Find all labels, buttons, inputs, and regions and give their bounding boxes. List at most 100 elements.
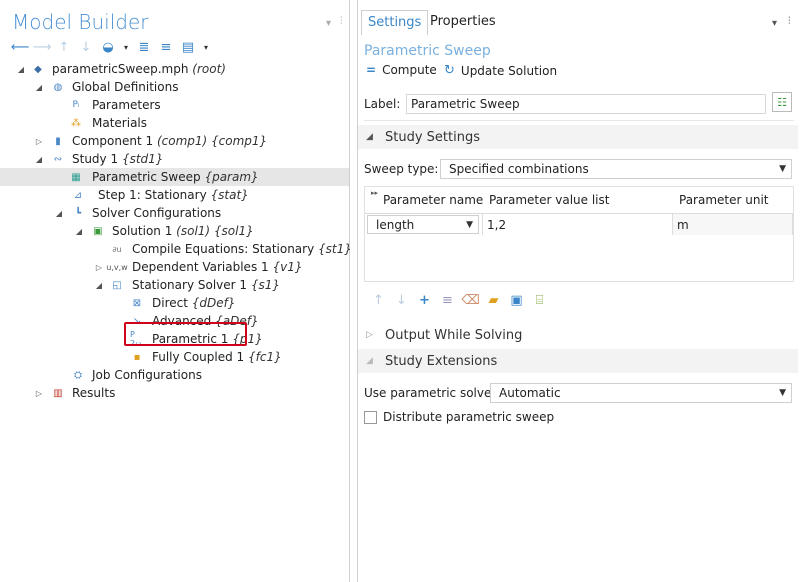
tree-item-label: Solution 1 <box>112 224 173 238</box>
tree-item-direct[interactable]: ⊠ Direct {dDef} <box>0 294 349 312</box>
expanded-arrow-icon[interactable]: ◢ <box>34 154 44 164</box>
tree-item-tag: (root) <box>192 62 226 76</box>
tree-item-stationary-solver-1[interactable]: ◢ ◱ Stationary Solver 1 {s1} <box>0 276 349 294</box>
use-parametric-solver-select[interactable]: Automatic ▼ <box>490 383 792 403</box>
tree-item-label: Materials <box>92 116 148 130</box>
expanded-arrow-icon: ◢ <box>366 132 373 142</box>
tab-settings[interactable]: Settings <box>361 10 429 35</box>
layout-icon[interactable]: ▤ <box>180 39 196 55</box>
delete-icon[interactable]: ≡ <box>439 292 456 309</box>
tree-item-parameters[interactable]: Pᵢ Parameters <box>0 96 349 114</box>
collapsed-arrow-icon[interactable]: ▷ <box>94 262 104 272</box>
tree-item-results[interactable]: ▷ ▥ Results <box>0 384 349 402</box>
tree-item-tag: (sol1) {sol1} <box>176 224 254 238</box>
tree-item-label: Step 1: Stationary <box>98 188 207 202</box>
update-solution-label: Update Solution <box>460 63 558 78</box>
solver-configurations-icon: ┗ <box>74 207 82 219</box>
parameter-name-value: length <box>376 218 415 232</box>
label-field[interactable]: Parametric Sweep <box>406 94 766 114</box>
expanded-arrow-icon[interactable]: ◢ <box>34 82 44 92</box>
move-up-icon[interactable]: ↑ <box>370 292 387 309</box>
distribute-parametric-sweep-checkbox[interactable]: Distribute parametric sweep <box>364 410 554 424</box>
open-folder-icon[interactable]: ▰ <box>485 292 502 309</box>
stationary-solver-icon: ◱ <box>112 279 122 291</box>
panel-menu-icon[interactable]: ▾ <box>772 18 777 29</box>
divider <box>364 120 794 121</box>
tree-item-step-1-stationary[interactable]: ⊿ Step 1: Stationary {stat} <box>0 186 349 204</box>
mph-file-icon: ◆ <box>34 63 42 75</box>
results-icon: ▥ <box>53 387 63 399</box>
add-icon[interactable]: + <box>416 292 433 309</box>
table-cell-parameter-unit: m <box>673 213 793 235</box>
expanded-arrow-icon[interactable]: ◢ <box>94 280 104 290</box>
dependent-variables-icon: u,v,w <box>106 262 128 272</box>
tree-item-materials[interactable]: ⁂ Materials <box>0 114 349 132</box>
comment-icon[interactable]: ☷ <box>772 92 792 112</box>
tree-item-label: Compile Equations: Stationary <box>132 242 315 256</box>
highlight-box <box>124 322 247 346</box>
panel-splitter[interactable] <box>350 0 356 582</box>
compute-button[interactable]: = Compute <box>366 63 437 77</box>
expand-all-icon[interactable]: ≡ <box>158 39 174 55</box>
save-icon[interactable]: ▣ <box>508 292 525 309</box>
show-dropdown-icon[interactable]: ▾ <box>122 39 130 55</box>
tree-item-global-definitions[interactable]: ◢ ◍ Global Definitions <box>0 78 349 96</box>
tree-item-label: Dependent Variables 1 <box>132 260 269 274</box>
back-arrow-icon[interactable]: ⟵ <box>11 39 30 55</box>
panel-title: Model Builder <box>12 10 149 34</box>
show-icon[interactable]: ◒ <box>100 39 116 55</box>
tree-item-label: Stationary Solver 1 <box>132 278 248 292</box>
tree-item-tag: {param} <box>204 170 259 184</box>
move-up-icon[interactable]: ↑ <box>56 39 72 55</box>
expanded-arrow-icon[interactable]: ◢ <box>16 64 26 74</box>
pin-icon[interactable]: ⫶ <box>340 16 343 27</box>
move-down-icon[interactable]: ↓ <box>78 39 94 55</box>
expand-table-icon[interactable]: ▸▸ <box>371 189 378 197</box>
forward-arrow-icon[interactable]: ⟶ <box>33 39 52 55</box>
tree-item-parametric-1[interactable]: P 2₁₃ Parametric 1 {p1} <box>0 322 349 348</box>
tree-item-job-configurations[interactable]: ⛭ Job Configurations <box>0 366 349 384</box>
materials-icon: ⁂ <box>71 117 81 129</box>
sweep-type-select[interactable]: Specified combinations ▼ <box>440 159 792 179</box>
table-cell-parameter-name[interactable]: length ▼ <box>365 213 483 235</box>
section-title: Output While Solving <box>385 327 523 343</box>
parameter-name-select[interactable]: length ▼ <box>367 215 479 234</box>
expanded-arrow-icon[interactable]: ◢ <box>54 208 64 218</box>
tree-item-dependent-variables-1[interactable]: ▷ u,v,w Dependent Variables 1 {v1} <box>0 258 349 276</box>
checkbox-box[interactable] <box>364 410 377 424</box>
collapsed-arrow-icon[interactable]: ▷ <box>34 136 44 146</box>
tree-item-fully-coupled-1[interactable]: ▪ Fully Coupled 1 {fc1} <box>0 348 349 366</box>
study-settings-section[interactable]: ◢ Study Settings <box>358 125 798 149</box>
sweep-type-caption: Sweep type: <box>364 162 439 176</box>
tree-item-parametric-sweep[interactable]: ▦ Parametric Sweep {param} <box>0 168 349 186</box>
tab-properties[interactable]: Properties <box>424 10 502 34</box>
collapsed-arrow-icon[interactable]: ▷ <box>34 388 44 398</box>
tree-item-root[interactable]: ◢ ◆ parametricSweep.mph (root) <box>0 60 349 78</box>
fully-coupled-icon: ▪ <box>133 351 141 363</box>
pin-icon[interactable]: ⫶ <box>788 16 791 27</box>
output-while-solving-section[interactable]: ▷ Output While Solving <box>358 323 798 347</box>
clear-icon[interactable]: ⌫ <box>461 292 479 309</box>
tree-item-compile-equations[interactable]: ∂u Compile Equations: Stationary {st1} <box>0 240 352 258</box>
collapse-all-icon[interactable]: ≣ <box>136 39 152 55</box>
tree-item-study-1[interactable]: ◢ ∾ Study 1 {std1} <box>0 150 349 168</box>
tree-item-tag: {fc1} <box>248 350 282 364</box>
expanded-arrow-icon[interactable]: ◢ <box>74 226 84 236</box>
tab-bar: Settings Properties ▾ ⫶ <box>358 10 802 35</box>
tree-item-solution-1[interactable]: ◢ ▣ Solution 1 (sol1) {sol1} <box>0 222 349 240</box>
compile-equations-icon: ∂u <box>112 244 122 254</box>
layout-dropdown-icon[interactable]: ▾ <box>202 39 210 55</box>
study-extensions-section[interactable]: ◢ Study Extensions <box>358 349 798 373</box>
globe-icon: ◍ <box>53 81 63 93</box>
settings-panel: Settings Properties ▾ ⫶ Parametric Sweep… <box>357 0 802 582</box>
tree-item-label: Component 1 <box>72 134 154 148</box>
move-down-icon[interactable]: ↓ <box>393 292 410 309</box>
tree-item-component-1[interactable]: ▷ ▮ Component 1 (comp1) {comp1} <box>0 132 349 150</box>
tree-item-label: Direct <box>152 296 188 310</box>
update-solution-button[interactable]: ↻ Update Solution <box>444 63 557 78</box>
column-header-parameter-value-list: Parameter value list <box>489 193 610 207</box>
table-cell-parameter-value-list[interactable]: 1,2 <box>483 213 673 235</box>
tree-item-solver-configurations[interactable]: ◢ ┗ Solver Configurations <box>0 204 349 222</box>
panel-menu-icon[interactable]: ▾ <box>326 18 331 29</box>
range-icon[interactable]: ⌸ <box>531 292 548 309</box>
